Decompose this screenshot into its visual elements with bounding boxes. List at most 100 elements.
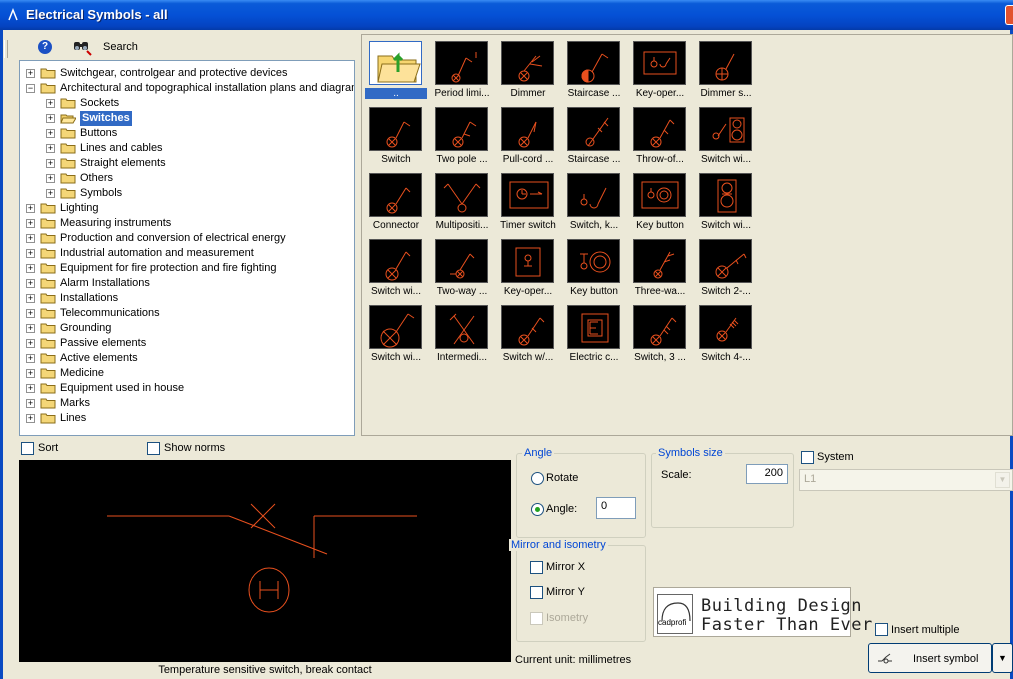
expand-icon[interactable]: + xyxy=(26,69,35,78)
expand-icon[interactable]: + xyxy=(26,204,35,213)
expand-icon[interactable]: + xyxy=(26,384,35,393)
expand-icon[interactable]: + xyxy=(26,369,35,378)
collapse-icon[interactable]: − xyxy=(26,84,35,93)
expand-icon[interactable]: + xyxy=(26,234,35,243)
expand-icon[interactable]: + xyxy=(26,414,35,423)
symbol-tile[interactable]: Pull-cord ... xyxy=(497,107,559,167)
show-norms-checkbox[interactable] xyxy=(147,442,160,455)
category-tree[interactable]: + Switchgear, controlgear and protective … xyxy=(19,60,355,436)
tree-item[interactable]: + Measuring instruments xyxy=(20,216,354,231)
expand-icon[interactable]: + xyxy=(26,249,35,258)
expand-icon[interactable]: + xyxy=(26,264,35,273)
tree-item[interactable]: + Medicine xyxy=(20,366,354,381)
symbol-tile[interactable]: Two pole ... xyxy=(431,107,493,167)
system-checkbox[interactable] xyxy=(801,451,814,464)
tree-item[interactable]: + Straight elements xyxy=(20,156,354,171)
expand-icon[interactable]: + xyxy=(26,294,35,303)
sort-checkbox[interactable] xyxy=(21,442,34,455)
tree-item[interactable]: − Architectural and topographical install… xyxy=(20,81,354,96)
tree-item[interactable]: + Symbols xyxy=(20,186,354,201)
expand-icon[interactable]: + xyxy=(26,354,35,363)
expand-icon[interactable]: + xyxy=(46,159,55,168)
expand-icon[interactable]: + xyxy=(46,174,55,183)
symbol-tile[interactable]: .. xyxy=(365,41,427,101)
insert-options-dropdown[interactable]: ▼ xyxy=(992,643,1013,673)
symbol-tile[interactable]: Switch w/... xyxy=(497,305,559,365)
symbol-tile[interactable]: Two-way ... xyxy=(431,239,493,299)
symbol-tile[interactable]: Switch, 3 ... xyxy=(629,305,691,365)
expand-icon[interactable]: + xyxy=(26,339,35,348)
symbol-tile[interactable]: Key button xyxy=(563,239,625,299)
expand-icon[interactable]: + xyxy=(26,309,35,318)
symbol-tile[interactable]: Key button xyxy=(629,173,691,233)
tree-item[interactable]: + Equipment used in house xyxy=(20,381,354,396)
insert-multiple-label: Insert multiple xyxy=(891,624,960,636)
mirror-y-checkbox[interactable] xyxy=(530,586,543,599)
help-icon[interactable]: ? xyxy=(38,40,52,54)
tree-item[interactable]: + Equipment for fire protection and fire … xyxy=(20,261,354,276)
tree-item[interactable]: + Alarm Installations xyxy=(20,276,354,291)
symbol-tile[interactable]: Staircase ... xyxy=(563,41,625,101)
symbol-tile[interactable]: Intermedi... xyxy=(431,305,493,365)
symbol-tile[interactable]: Switch xyxy=(365,107,427,167)
tree-item[interactable]: + Active elements xyxy=(20,351,354,366)
symbol-tile[interactable]: Key-oper... xyxy=(629,41,691,101)
symbol-tile[interactable]: Three-wa... xyxy=(629,239,691,299)
tree-item[interactable]: + Switchgear, controlgear and protective … xyxy=(20,66,354,81)
symbol-gallery[interactable]: .. Period limi... Dimmer Staircase ... Key-o… xyxy=(361,34,1013,436)
cadprofi-banner[interactable]: cadprofi Building Design Faster Than Eve… xyxy=(653,587,872,637)
tree-item[interactable]: + Telecommunications xyxy=(20,306,354,321)
expand-icon[interactable]: + xyxy=(46,129,55,138)
expand-icon[interactable]: + xyxy=(46,189,55,198)
tree-item[interactable]: + Industrial automation and measurement xyxy=(20,246,354,261)
symbol-tile[interactable]: Staircase ... xyxy=(563,107,625,167)
symbol-tile[interactable]: Electric c... xyxy=(563,305,625,365)
angle-input[interactable]: 0 xyxy=(596,497,636,519)
expand-icon[interactable]: + xyxy=(26,324,35,333)
mirror-x-checkbox[interactable] xyxy=(530,561,543,574)
insert-multiple-checkbox[interactable] xyxy=(875,623,888,636)
expand-icon[interactable]: + xyxy=(26,279,35,288)
expand-icon[interactable]: + xyxy=(26,219,35,228)
expand-icon[interactable]: + xyxy=(46,114,55,123)
tree-item[interactable]: + Production and conversion of electrical… xyxy=(20,231,354,246)
scale-input[interactable]: 200 xyxy=(746,464,788,484)
search-label[interactable]: Search xyxy=(103,41,138,53)
symbol-tile[interactable]: Throw-of... xyxy=(629,107,691,167)
tree-item[interactable]: + Lighting xyxy=(20,201,354,216)
tree-item[interactable]: + Switches xyxy=(20,111,354,126)
search-icon[interactable] xyxy=(72,38,92,56)
angle-radio[interactable] xyxy=(531,503,544,516)
symbol-tile[interactable]: Switch, k... xyxy=(563,173,625,233)
symbol-tile[interactable]: Switch 4-... xyxy=(695,305,757,365)
symbol-tile[interactable]: Switch wi... xyxy=(365,239,427,299)
tree-item[interactable]: + Passive elements xyxy=(20,336,354,351)
symbol-tile[interactable]: Switch wi... xyxy=(695,173,757,233)
tree-item[interactable]: + Others xyxy=(20,171,354,186)
tree-item[interactable]: + Marks xyxy=(20,396,354,411)
tree-item[interactable]: + Buttons xyxy=(20,126,354,141)
tree-item[interactable]: + Lines and cables xyxy=(20,141,354,156)
symbol-tile[interactable]: Connector xyxy=(365,173,427,233)
tree-item[interactable]: + Grounding xyxy=(20,321,354,336)
symbol-tile[interactable]: Switch 2-... xyxy=(695,239,757,299)
close-button[interactable] xyxy=(1005,5,1013,25)
symbol-tile[interactable]: Dimmer xyxy=(497,41,559,101)
symbol-tile[interactable]: Switch wi... xyxy=(695,107,757,167)
insert-symbol-button[interactable]: Insert symbol xyxy=(868,643,992,673)
symbol-tile[interactable]: Timer switch xyxy=(497,173,559,233)
symbol-tile[interactable]: Period limi... xyxy=(431,41,493,101)
symbol-tile[interactable]: Dimmer s... xyxy=(695,41,757,101)
expand-icon[interactable]: + xyxy=(46,144,55,153)
symbol-tile[interactable]: Key-oper... xyxy=(497,239,559,299)
toolbar-grip[interactable] xyxy=(4,40,8,58)
tree-item[interactable]: + Lines xyxy=(20,411,354,426)
tree-item[interactable]: + Sockets xyxy=(20,96,354,111)
symbol-tile-caption: Switch wi... xyxy=(370,286,421,297)
rotate-radio[interactable] xyxy=(531,472,544,485)
expand-icon[interactable]: + xyxy=(46,99,55,108)
symbol-tile[interactable]: Multipositi... xyxy=(431,173,493,233)
tree-item[interactable]: + Installations xyxy=(20,291,354,306)
symbol-tile[interactable]: Switch wi... xyxy=(365,305,427,365)
expand-icon[interactable]: + xyxy=(26,399,35,408)
